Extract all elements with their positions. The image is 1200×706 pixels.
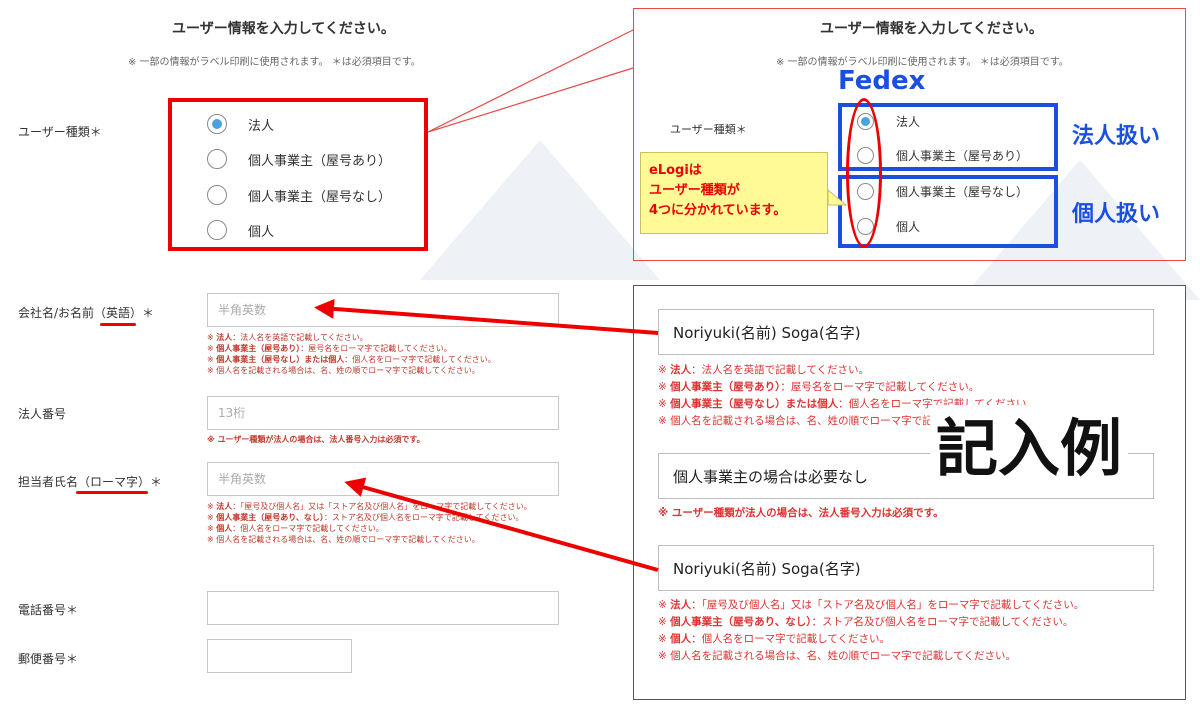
callout-pointer — [827, 188, 848, 206]
annotation-overlay — [314, 29, 848, 572]
zoom-connector-line — [427, 67, 634, 133]
arrow-contact-name — [344, 477, 659, 572]
zoom-connector-line — [427, 29, 634, 133]
arrow-company-name — [314, 298, 659, 335]
